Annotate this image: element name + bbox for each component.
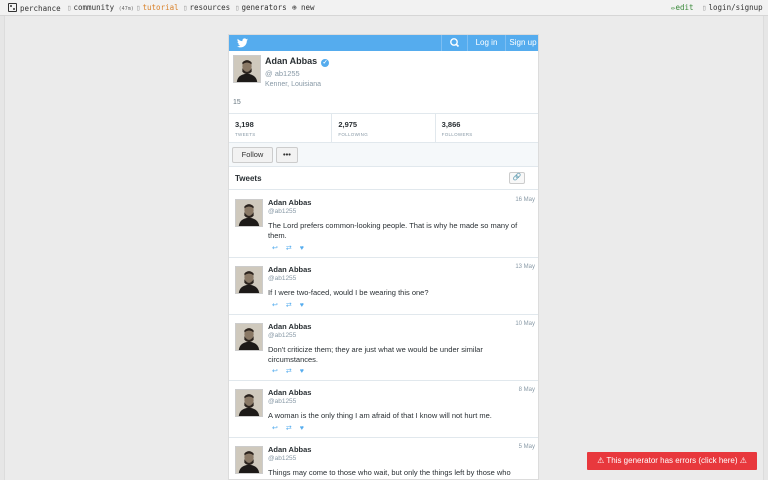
follow-button[interactable]: Follow bbox=[232, 147, 273, 163]
twitter-bird-icon bbox=[237, 38, 248, 48]
like-heart-icon[interactable]: ♥ bbox=[300, 425, 304, 432]
tweet-actions: ↩ ⇄ ♥ bbox=[272, 367, 312, 375]
stat-followers[interactable]: 3,866 Followers bbox=[434, 114, 538, 142]
perchance-home-link[interactable]: perchance bbox=[8, 3, 61, 13]
tweet-author-name[interactable]: Adan Abbas bbox=[268, 388, 311, 397]
tweet-author-handle: @ab1255 bbox=[268, 455, 297, 462]
retweet-icon[interactable]: ⇄ bbox=[286, 302, 292, 309]
resources-icon: ▯ bbox=[183, 3, 188, 12]
tweet-text: Don't criticize them; they are just what… bbox=[268, 345, 483, 364]
tweet-avatar[interactable] bbox=[235, 266, 263, 294]
retweet-icon[interactable]: ⇄ bbox=[286, 368, 292, 375]
tweet-avatar[interactable] bbox=[235, 446, 263, 474]
dice-icon bbox=[8, 3, 17, 12]
tweet-item[interactable]: Adan Abbas @ab1255 16 May The Lord prefers … bbox=[229, 191, 538, 258]
search-button[interactable] bbox=[441, 35, 467, 51]
edit-link[interactable]: ✏edit bbox=[671, 3, 694, 12]
tweet-item[interactable]: Adan Abbas @ab1255 10 May Don't criticize t… bbox=[229, 315, 538, 381]
reply-icon[interactable]: ↩ bbox=[272, 368, 278, 375]
stat-following[interactable]: 2,975 Following bbox=[331, 114, 434, 142]
tweet-author-name[interactable]: Adan Abbas bbox=[268, 198, 311, 207]
tweet-author-name[interactable]: Adan Abbas bbox=[268, 265, 311, 274]
tweet-author-handle: @ab1255 bbox=[268, 275, 297, 282]
twitter-profile-card: Log in Sign up Adan Abbas ✓ @ ab1255 Kenn… bbox=[228, 34, 539, 480]
generators-link[interactable]: ▯ generators bbox=[235, 3, 287, 12]
profile-count: 15 bbox=[233, 99, 245, 106]
profile-avatar[interactable] bbox=[233, 55, 261, 83]
new-link[interactable]: ⊕ new bbox=[292, 3, 315, 12]
tweet-author-handle: @ab1255 bbox=[268, 332, 297, 339]
tutorial-link[interactable]: ▯ tutorial bbox=[136, 3, 179, 12]
profile-handle: @ ab1255 bbox=[265, 69, 300, 78]
profile-stats: 3,198 Tweets 2,975 Following 3,866 Follo… bbox=[229, 113, 538, 143]
generator-errors-banner[interactable]: ⚠ This generator has errors (click here)… bbox=[587, 452, 757, 470]
top-nav: perchance ▯ community (47m) ▯ tutorial ▯ re… bbox=[0, 0, 768, 16]
community-badge: (47m) bbox=[118, 6, 134, 12]
tweet-avatar[interactable] bbox=[235, 199, 263, 227]
profile-header: Adan Abbas ✓ @ ab1255 Kenner, Louisiana 1… bbox=[229, 51, 538, 113]
tweet-item[interactable]: Adan Abbas @ab1255 8 May A woman is the onl… bbox=[229, 381, 538, 438]
search-icon bbox=[450, 38, 460, 48]
like-heart-icon[interactable]: ♥ bbox=[300, 302, 304, 309]
stat-tweets[interactable]: 3,198 Tweets bbox=[229, 114, 331, 142]
tweets-title: Tweets bbox=[235, 174, 262, 183]
profile-actions: Follow ••• bbox=[229, 143, 538, 167]
tweet-actions: ↩ ⇄ ♥ bbox=[272, 301, 312, 309]
reply-icon[interactable]: ↩ bbox=[272, 302, 278, 309]
tweet-text: The Lord prefers common-looking people. … bbox=[268, 221, 518, 240]
generators-icon: ▯ bbox=[235, 3, 240, 12]
tweet-item[interactable]: Adan Abbas @ab1255 13 May If I were two-fac… bbox=[229, 258, 538, 315]
community-link[interactable]: ▯ community (47m) bbox=[67, 3, 134, 12]
tweet-text: If I were two-faced, would I be wearing … bbox=[268, 288, 429, 297]
tweet-date[interactable]: 8 May bbox=[519, 387, 535, 393]
tweet-date[interactable]: 13 May bbox=[515, 264, 535, 270]
tutorial-icon: ▯ bbox=[136, 3, 141, 12]
login-signup-link[interactable]: ▯ login/signup bbox=[702, 3, 763, 12]
link-icon[interactable]: 🔗 bbox=[509, 172, 525, 184]
resources-link[interactable]: ▯ resources bbox=[183, 3, 230, 12]
tweet-author-handle: @ab1255 bbox=[268, 208, 297, 215]
tweet-author-handle: @ab1255 bbox=[268, 398, 297, 405]
tweet-actions: ↩ ⇄ ♥ bbox=[272, 244, 312, 252]
like-heart-icon[interactable]: ♥ bbox=[300, 368, 304, 375]
retweet-icon[interactable]: ⇄ bbox=[286, 425, 292, 432]
reply-icon[interactable]: ↩ bbox=[272, 425, 278, 432]
plus-icon: ⊕ bbox=[292, 3, 297, 12]
tweet-actions: ↩ ⇄ ♥ bbox=[272, 424, 312, 432]
retweet-icon[interactable]: ⇄ bbox=[286, 245, 292, 252]
tweet-author-name[interactable]: Adan Abbas bbox=[268, 445, 311, 454]
more-options-button[interactable]: ••• bbox=[276, 147, 298, 163]
log-in-button[interactable]: Log in bbox=[467, 35, 505, 51]
like-heart-icon[interactable]: ♥ bbox=[300, 245, 304, 252]
tweet-item[interactable]: Adan Abbas @ab1255 5 May Things may come to… bbox=[229, 438, 538, 479]
tweet-date[interactable]: 10 May bbox=[515, 321, 535, 327]
tweet-date[interactable]: 16 May bbox=[515, 197, 535, 203]
community-icon: ▯ bbox=[67, 3, 72, 12]
tweet-avatar[interactable] bbox=[235, 389, 263, 417]
tweet-author-name[interactable]: Adan Abbas bbox=[268, 322, 311, 331]
tweets-header: Tweets 🔗 bbox=[229, 167, 538, 190]
tweet-date[interactable]: 5 May bbox=[519, 444, 535, 450]
verified-badge-icon: ✓ bbox=[321, 59, 330, 67]
tweet-text: Things may come to those who wait, but o… bbox=[268, 468, 511, 479]
tweet-avatar[interactable] bbox=[235, 323, 263, 351]
profile-name: Adan Abbas ✓ bbox=[265, 56, 330, 67]
reply-icon[interactable]: ↩ bbox=[272, 245, 278, 252]
user-icon: ▯ bbox=[702, 3, 707, 12]
twitter-header-bar: Log in Sign up bbox=[229, 35, 538, 51]
sign-up-button[interactable]: Sign up bbox=[505, 35, 538, 51]
tweet-text: A woman is the only thing I am afraid of… bbox=[268, 411, 492, 420]
profile-location: Kenner, Louisiana bbox=[265, 81, 322, 88]
